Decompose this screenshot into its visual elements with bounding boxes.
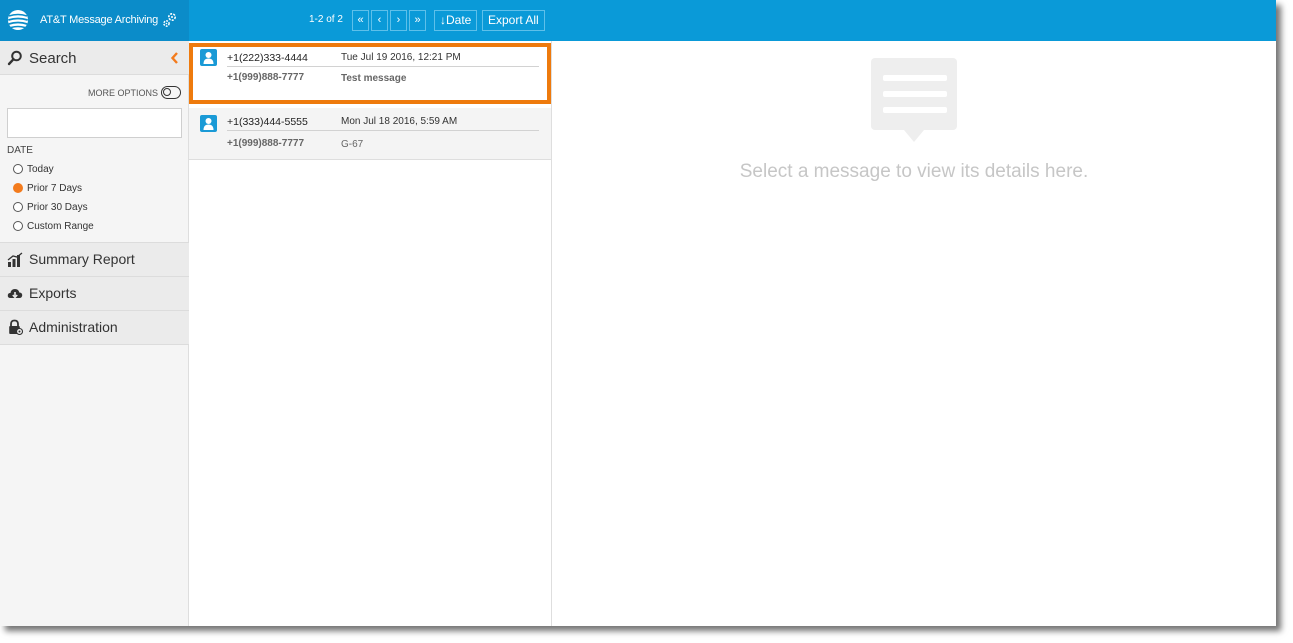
nav-summary-report[interactable]: Summary Report (0, 242, 189, 276)
sidebar: Search MORE OPTIONS DATE Today Prior 7 D… (0, 41, 189, 626)
message-divider (227, 130, 539, 131)
app-title: AT&T Message Archiving (40, 14, 159, 26)
top-bar: AT&T Message Archiving 1-2 of 2 « ‹ › » … (0, 0, 1276, 41)
bar-chart-icon (7, 252, 23, 267)
message-preview: Test message (341, 73, 407, 84)
settings-gear-icon[interactable] (161, 11, 179, 29)
radio-prior-30-days[interactable] (13, 202, 23, 212)
date-option-custom-range[interactable]: Custom Range (13, 219, 94, 233)
previous-page-button[interactable]: ‹ (371, 10, 388, 31)
next-page-button[interactable]: › (390, 10, 407, 31)
search-panel-header[interactable]: Search (0, 41, 189, 75)
search-icon (7, 50, 22, 66)
export-all-button[interactable]: Export All (482, 10, 545, 31)
first-page-button[interactable]: « (352, 10, 369, 31)
att-globe-icon (8, 10, 28, 30)
brand-area: AT&T Message Archiving (0, 0, 189, 41)
radio-today[interactable] (13, 164, 23, 174)
message-sender: +1(222)333-4444 (227, 52, 308, 64)
nav-label: Administration (29, 319, 118, 335)
message-date: Tue Jul 19 2016, 12:21 PM (341, 52, 461, 63)
message-date: Mon Jul 18 2016, 5:59 AM (341, 116, 458, 127)
date-option-label: Prior 7 Days (27, 182, 83, 194)
message-recipient: +1(999)888-7777 (227, 72, 305, 83)
message-list: +1(222)333-4444 Tue Jul 19 2016, 12:21 P… (189, 41, 552, 626)
message-sender: +1(333)444-5555 (227, 116, 308, 128)
lock-icon (9, 319, 23, 335)
date-option-label: Today (27, 163, 54, 175)
nav-exports[interactable]: Exports (0, 276, 189, 310)
message-bubble-icon (871, 58, 957, 142)
toggle-knob (163, 88, 171, 96)
nav-label: Summary Report (29, 251, 135, 267)
radio-custom-range[interactable] (13, 221, 23, 231)
more-options-toggle[interactable] (161, 86, 181, 99)
pagination-count: 1-2 of 2 (309, 14, 343, 25)
date-option-today[interactable]: Today (13, 162, 54, 176)
sort-by-date-button[interactable]: ↓Date (434, 10, 478, 31)
date-option-prior-7-days[interactable]: Prior 7 Days (13, 181, 82, 195)
date-option-label: Custom Range (27, 220, 94, 232)
nav-label: Exports (29, 285, 77, 301)
last-page-button[interactable]: » (409, 10, 426, 31)
empty-state-text: Select a message to view its details her… (739, 161, 1089, 182)
collapse-chevron-icon[interactable] (170, 51, 180, 65)
date-filter-label: DATE (7, 145, 33, 156)
contact-avatar-icon (200, 115, 217, 132)
message-recipient: +1(999)888-7777 (227, 138, 305, 149)
message-detail-pane: Select a message to view its details her… (552, 41, 1276, 626)
app-window: AT&T Message Archiving 1-2 of 2 « ‹ › » … (0, 0, 1276, 626)
message-row[interactable]: +1(333)444-5555 Mon Jul 18 2016, 5:59 AM… (189, 108, 551, 160)
message-divider (227, 66, 539, 67)
date-option-prior-30-days[interactable]: Prior 30 Days (13, 200, 88, 214)
cloud-download-icon (7, 289, 23, 299)
nav-administration[interactable]: Administration (0, 310, 189, 345)
date-option-label: Prior 30 Days (27, 201, 88, 213)
more-options-label: MORE OPTIONS (88, 88, 159, 98)
radio-prior-7-days[interactable] (13, 183, 23, 193)
contact-avatar-icon (200, 49, 217, 66)
message-row-selected[interactable]: +1(222)333-4444 Tue Jul 19 2016, 12:21 P… (189, 43, 551, 104)
message-preview: G-67 (341, 139, 364, 150)
search-input[interactable] (7, 108, 182, 138)
search-panel-title: Search (29, 50, 77, 67)
